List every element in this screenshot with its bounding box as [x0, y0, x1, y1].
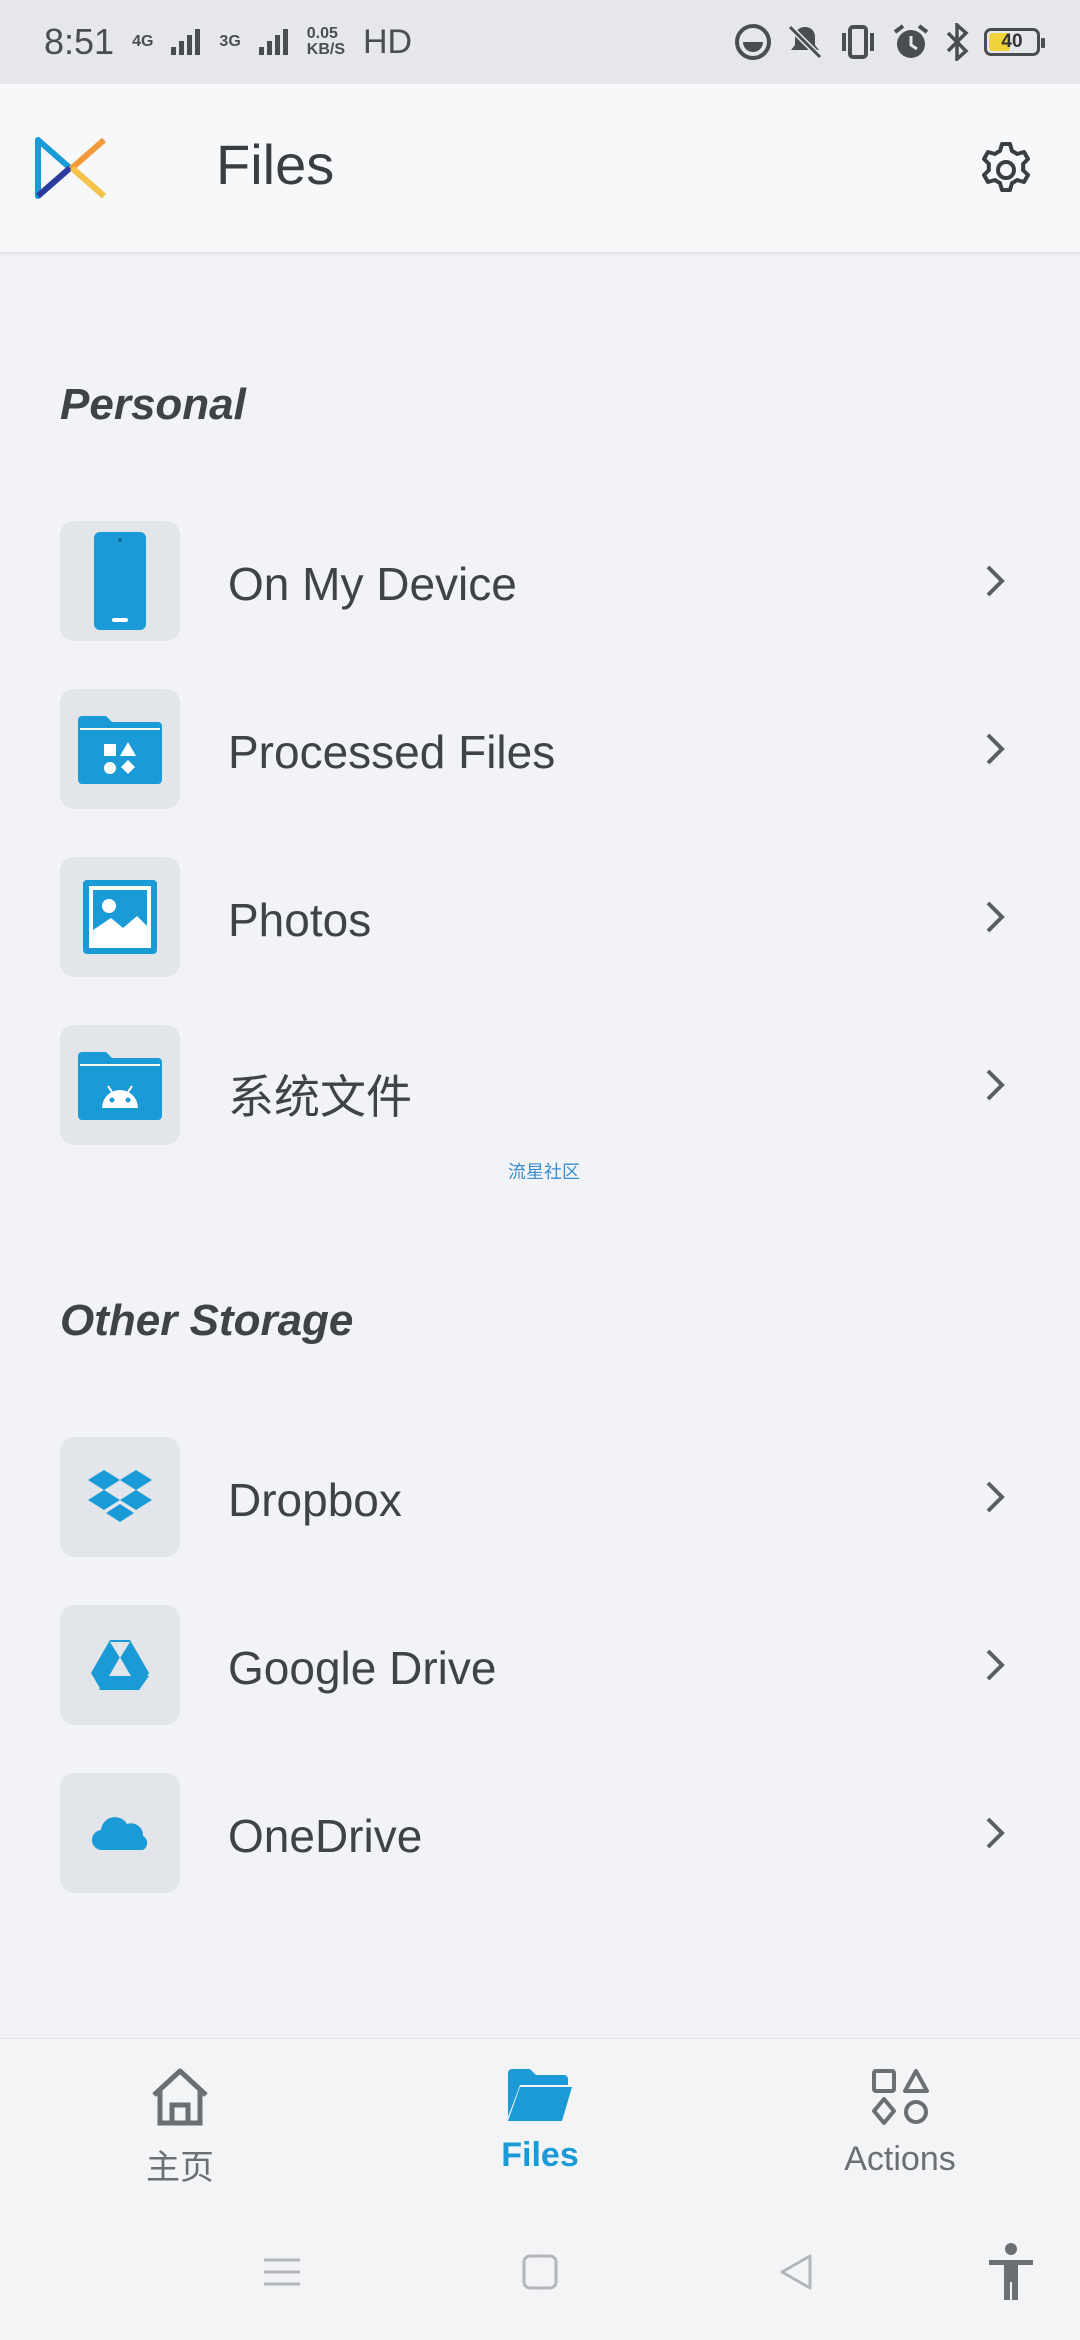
settings-gear-icon[interactable] — [976, 140, 1036, 200]
battery-icon: 40 — [984, 28, 1045, 56]
accessibility-icon[interactable] — [986, 2242, 1036, 2302]
signal-icon — [171, 29, 201, 55]
home-square-icon[interactable] — [520, 2252, 560, 2292]
folder-shapes-icon — [78, 716, 162, 784]
device-icon-tile — [60, 521, 180, 641]
net-speed: 0.05 KB/S — [306, 25, 345, 58]
storage-item-dropbox[interactable]: Dropbox — [60, 1437, 1020, 1557]
storage-item-label: Processed Files — [228, 726, 556, 778]
nav-tab-actions[interactable]: Actions — [800, 2067, 1000, 2179]
nav-label-actions: Actions — [844, 2140, 956, 2178]
alarm-icon — [893, 24, 929, 58]
section-title-other-storage: Other Storage — [60, 1296, 354, 1345]
bluetooth-icon — [946, 23, 969, 61]
storage-item-label: Dropbox — [228, 1474, 402, 1526]
data-saver-icon — [735, 24, 771, 60]
dropbox-icon-tile — [60, 1437, 180, 1557]
menu-icon[interactable] — [262, 2252, 302, 2292]
storage-item-on-my-device[interactable]: On My Device — [60, 521, 1020, 641]
storage-item-label: On My Device — [228, 558, 517, 610]
status-right: 40 — [734, 23, 1045, 61]
nav-tab-home[interactable]: 主页 — [80, 2067, 280, 2189]
storage-item-google-drive[interactable]: Google Drive — [60, 1605, 1020, 1725]
chevron-right-icon — [986, 901, 1005, 933]
nav-label-home: 主页 — [146, 2148, 214, 2188]
mute-icon — [787, 24, 823, 60]
onedrive-cloud-icon — [91, 1817, 148, 1851]
app-logo-icon — [35, 137, 106, 199]
storage-item-processed-files[interactable]: Processed Files — [60, 689, 1020, 809]
image-icon — [83, 880, 157, 954]
status-bar: 8:51 4G 3G 0.05 KB/S HD 40 — [0, 0, 1080, 84]
actions-shapes-icon — [872, 2069, 929, 2125]
section-title-personal: Personal — [60, 380, 246, 429]
chevron-right-icon — [986, 565, 1005, 597]
nav-label-files: Files — [501, 2136, 579, 2174]
folder-open-icon — [508, 2069, 572, 2121]
storage-item-label: Photos — [228, 894, 372, 946]
phone-icon — [94, 532, 146, 630]
status-time: 8:51 — [44, 21, 115, 62]
watermark-text: 流星社区 — [508, 1162, 580, 1183]
status-left: 8:51 4G 3G 0.05 KB/S HD — [44, 21, 412, 63]
storage-item-label: 系统文件 — [228, 1070, 412, 1124]
chevron-right-icon — [986, 1069, 1005, 1101]
photos-icon-tile — [60, 857, 180, 977]
network-4g: 4G — [132, 33, 154, 50]
system-files-icon-tile — [60, 1025, 180, 1145]
google-drive-icon-tile — [60, 1605, 180, 1725]
storage-item-system-files[interactable]: 系统文件 — [60, 1025, 1020, 1145]
android-folder-icon — [78, 1052, 162, 1120]
home-icon — [152, 2068, 208, 2126]
onedrive-icon-tile — [60, 1773, 180, 1893]
storage-item-onedrive[interactable]: OneDrive — [60, 1773, 1020, 1893]
storage-item-photos[interactable]: Photos — [60, 857, 1020, 977]
storage-item-label: Google Drive — [228, 1642, 497, 1694]
signal-icon-2 — [258, 29, 288, 55]
storage-item-label: OneDrive — [228, 1810, 423, 1862]
google-drive-icon — [91, 1640, 149, 1690]
top-app-bar: Files — [0, 84, 1080, 252]
nav-tab-files[interactable]: Files — [440, 2067, 640, 2175]
vibrate-icon — [842, 25, 874, 59]
hd-indicator: HD — [363, 22, 413, 61]
processed-icon-tile — [60, 689, 180, 809]
chevron-right-icon — [986, 733, 1005, 765]
page-title: Files — [216, 133, 335, 196]
chevron-right-icon — [986, 1817, 1005, 1849]
chevron-right-icon — [986, 1649, 1005, 1681]
chevron-right-icon — [986, 1481, 1005, 1513]
dropbox-icon — [88, 1470, 152, 1522]
system-navigation-bar — [0, 2208, 1080, 2340]
back-triangle-icon[interactable] — [776, 2252, 816, 2292]
bottom-navigation: 主页 Files Actions — [0, 2038, 1080, 2209]
network-3g: 3G — [219, 33, 241, 50]
